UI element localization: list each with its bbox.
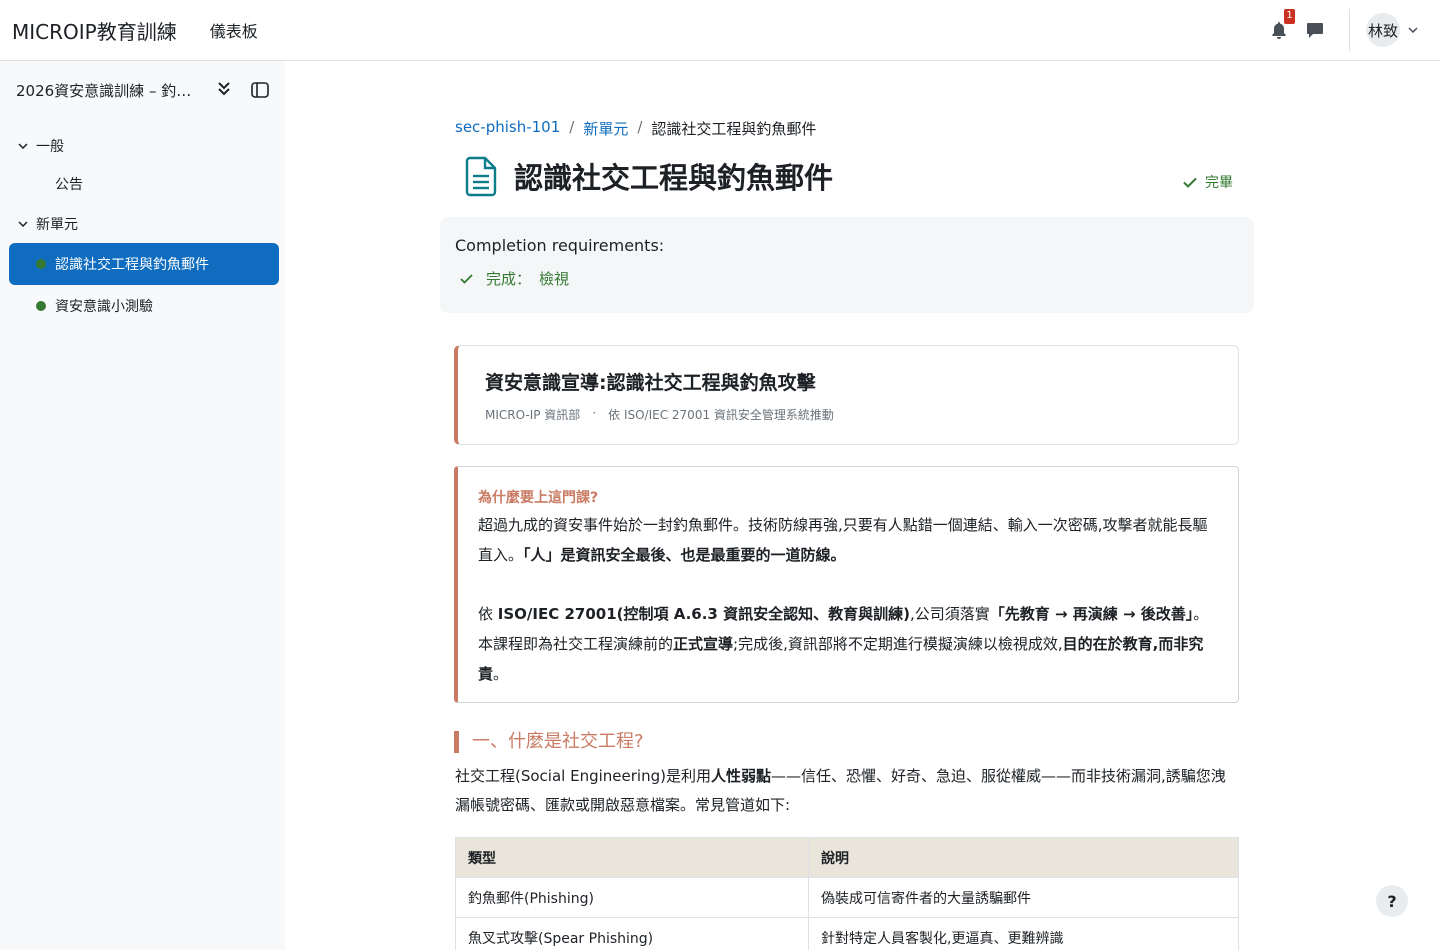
channel-table: 類型 說明 釣魚郵件(Phishing) 偽裝成可信寄件者的大量誘騙郵件 魚叉式… xyxy=(455,837,1239,950)
breadcrumb-separator: / xyxy=(637,118,643,136)
why-course-body: 超過九成的資安事件始於一封釣魚郵件。技術防線再強,只要有人點錯一個連結、輸入一次… xyxy=(478,510,1218,689)
notification-button[interactable]: 1 xyxy=(1267,9,1295,42)
avatar[interactable]: 林致 xyxy=(1366,13,1400,47)
section-general[interactable]: 一般 xyxy=(18,136,64,156)
table-header-row: 類型 說明 xyxy=(455,837,1239,878)
chat-bubble-icon xyxy=(1307,23,1323,38)
section-label: 新單元 xyxy=(36,217,78,233)
checkmark-icon xyxy=(1183,177,1197,188)
chevron-down-icon[interactable] xyxy=(18,221,28,227)
why-text: ,公司須落實 xyxy=(909,605,990,623)
page-header: 認識社交工程與釣魚郵件 xyxy=(462,155,833,197)
why-emphasis: 正式宣導 xyxy=(673,635,734,653)
why-course-heading: 為什麼要上這門課? xyxy=(478,490,599,506)
navbar-divider xyxy=(1349,9,1350,51)
checkmark-icon xyxy=(460,273,473,284)
completion-dot xyxy=(36,301,46,311)
course-index-drawer: 2026資安意識訓練 – 釣魚郵件 一般 公告 新單元 認識社交工程與釣魚郵件 … xyxy=(0,61,285,950)
banner-basis: 依 ISO/IEC 27001 資訊安全管理系統推動 xyxy=(608,408,834,422)
table-cell: 釣魚郵件(Phishing) xyxy=(455,877,809,918)
requirement-value: 檢視 xyxy=(539,270,570,288)
table-cell: 偽裝成可信寄件者的大量誘騙郵件 xyxy=(808,877,1239,918)
messages-button[interactable] xyxy=(1303,18,1327,42)
table-row: 魚叉式攻擊(Spear Phishing) 針對特定人員客製化,更逼真、更難辨識 xyxy=(455,917,1239,950)
completion-status-label: 完畢 xyxy=(1205,175,1233,191)
close-drawer-icon[interactable] xyxy=(251,82,269,98)
intro-text: 社交工程(Social Engineering)是利用 xyxy=(455,767,711,785)
why-text: ;完成後,資訊部將不定期進行模擬演練以檢視成效, xyxy=(733,635,1063,653)
intro-emphasis: 人性弱點 xyxy=(710,767,771,785)
navbar-right: 1 林致 xyxy=(1267,0,1440,60)
breadcrumb: sec-phish-101 / 新單元 / 認識社交工程與釣魚郵件 xyxy=(455,118,816,139)
sidebar-item-label: 資安意識小測驗 xyxy=(55,299,153,315)
breadcrumb-section-link[interactable]: 新單元 xyxy=(583,118,628,139)
breadcrumb-separator: / xyxy=(569,118,575,136)
breadcrumb-course-link[interactable]: sec-phish-101 xyxy=(455,118,560,139)
section-intro: 社交工程(Social Engineering)是利用人性弱點——信任、恐懼、好… xyxy=(455,762,1240,820)
table-row: 釣魚郵件(Phishing) 偽裝成可信寄件者的大量誘騙郵件 xyxy=(455,877,1239,918)
section-new-unit[interactable]: 新單元 xyxy=(18,214,78,234)
why-text: 依 xyxy=(478,605,498,623)
table-header: 類型 xyxy=(455,837,809,878)
completion-requirement-item: 完成： 檢視 xyxy=(460,268,569,289)
dashboard-link[interactable]: 儀表板 xyxy=(210,18,258,42)
banner-author: MICRO-IP 資訊部 xyxy=(485,408,581,422)
top-navbar: MICROIP教育訓練 儀表板 1 林致 xyxy=(0,0,1440,61)
user-menu[interactable]: 林致 xyxy=(1366,13,1418,47)
completion-requirements-box: Completion requirements: 完成： 檢視 xyxy=(440,217,1254,313)
site-brand[interactable]: MICROIP教育訓練 xyxy=(12,16,177,45)
banner-meta: MICRO-IP 資訊部 · 依 ISO/IEC 27001 資訊安全管理系統推… xyxy=(485,406,834,423)
why-paragraph-2: 依 ISO/IEC 27001(控制項 A.6.3 資訊安全認知、教育與訓練),… xyxy=(478,599,1218,689)
help-button[interactable]: ? xyxy=(1376,885,1408,917)
intro-banner-card: 資安意識宣導:認識社交工程與釣魚攻擊 MICRO-IP 資訊部 · 依 ISO/… xyxy=(454,345,1239,445)
sidebar-item-label: 認識社交工程與釣魚郵件 xyxy=(55,257,209,273)
section-heading: 一、什麼是社交工程? xyxy=(454,731,644,753)
why-course-card: 為什麼要上這門課? 超過九成的資安事件始於一封釣魚郵件。技術防線再強,只要有人點… xyxy=(454,466,1239,703)
sidebar-item-label: 公告 xyxy=(55,177,83,193)
page-document-icon xyxy=(465,156,497,197)
table-header: 說明 xyxy=(808,837,1239,878)
section-label: 一般 xyxy=(36,139,64,155)
why-emphasis: 「人」是資訊安全最後、也是最重要的一道防線。 xyxy=(523,546,846,564)
chevron-down-icon[interactable] xyxy=(1408,27,1418,33)
main-content: sec-phish-101 / 新單元 / 認識社交工程與釣魚郵件 認識社交工程… xyxy=(285,61,1440,950)
sidebar-item-social-engineering[interactable]: 認識社交工程與釣魚郵件 xyxy=(9,243,279,285)
sidebar-item-quiz[interactable]: 資安意識小測驗 xyxy=(9,285,279,327)
collapse-all-icon[interactable] xyxy=(216,81,232,97)
banner-separator: · xyxy=(592,406,597,420)
completion-dot xyxy=(36,259,46,269)
iso-reference: ISO/IEC 27001(控制項 A.6.3 資訊安全認知、教育與訓練) xyxy=(497,605,910,623)
requirement-label: 完成： xyxy=(486,270,532,288)
breadcrumb-current: 認識社交工程與釣魚郵件 xyxy=(651,120,817,138)
sidebar-item-announcements[interactable]: 公告 xyxy=(9,163,279,205)
table-cell: 魚叉式攻擊(Spear Phishing) xyxy=(455,917,809,950)
completion-status-badge: 完畢 xyxy=(1183,172,1233,192)
why-text: 。 xyxy=(493,665,509,683)
page-title: 認識社交工程與釣魚郵件 xyxy=(514,161,834,195)
course-title[interactable]: 2026資安意識訓練 – 釣魚郵件 xyxy=(16,80,201,101)
why-paragraph-1: 超過九成的資安事件始於一封釣魚郵件。技術防線再強,只要有人點錯一個連結、輸入一次… xyxy=(478,510,1218,570)
notification-count-badge: 1 xyxy=(1284,9,1295,24)
completion-requirements-title: Completion requirements: xyxy=(455,236,665,255)
chevron-down-icon[interactable] xyxy=(18,143,28,149)
table-cell: 針對特定人員客製化,更逼真、更難辨識 xyxy=(808,917,1239,950)
banner-title: 資安意識宣導:認識社交工程與釣魚攻擊 xyxy=(485,372,816,394)
why-emphasis: 「先教育 → 再演練 → 後改善」 xyxy=(989,605,1194,623)
